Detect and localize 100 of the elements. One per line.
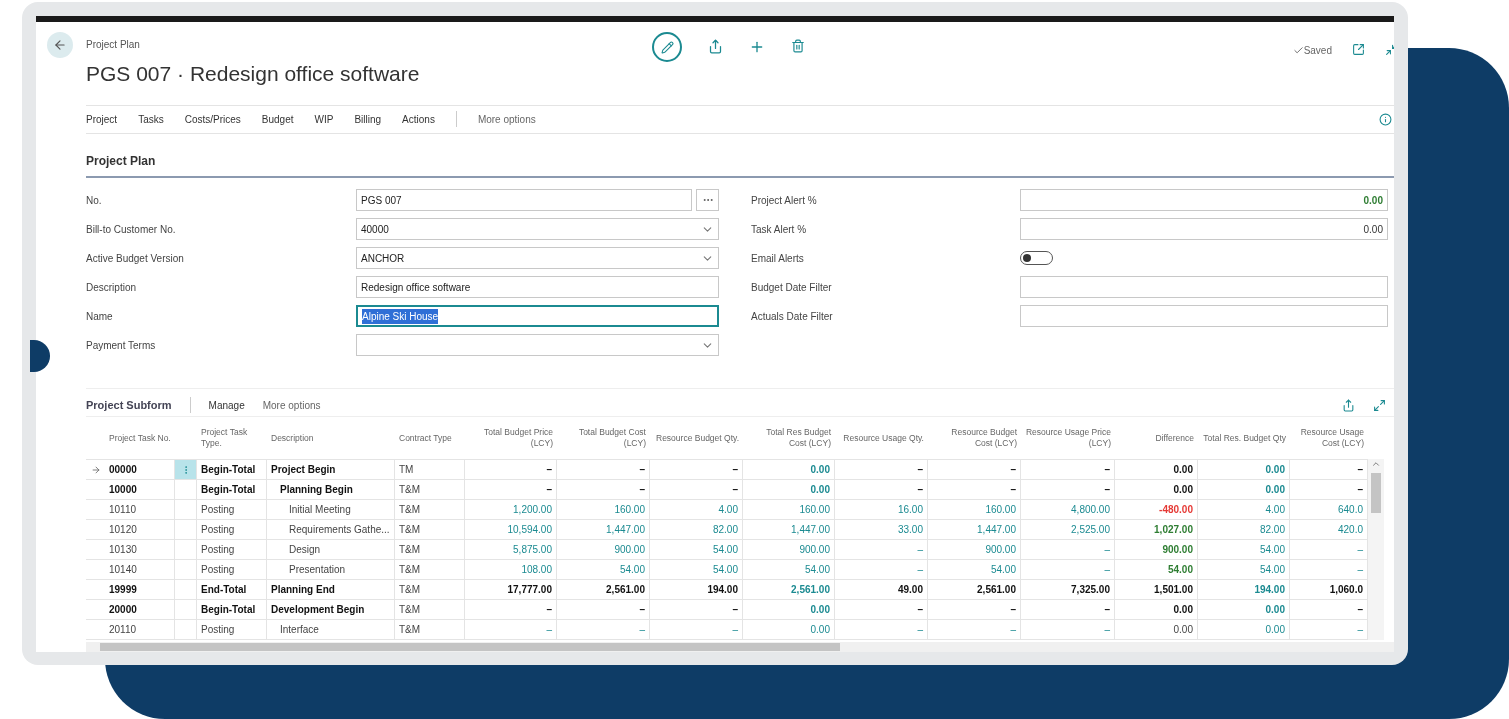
table-cell: – (465, 620, 557, 640)
table-cell: 49.00 (835, 580, 928, 600)
column-header[interactable]: Resource Budget Qty. (650, 432, 743, 444)
column-header[interactable]: Resource Budget Cost (LCY) (928, 427, 1021, 449)
table-cell: Begin-Total (197, 480, 267, 500)
table-cell: 10000 (105, 480, 175, 500)
table-cell: 0.00 (743, 620, 835, 640)
table-cell: T&M (395, 620, 465, 640)
table-cell: – (835, 540, 928, 560)
table-cell: 54.00 (1115, 560, 1198, 580)
table-cell: T&M (395, 480, 465, 500)
table-cell: – (557, 620, 650, 640)
table-cell: Begin-Total (197, 600, 267, 620)
menu-item[interactable]: Project (86, 111, 118, 127)
table-cell: T&M (395, 540, 465, 560)
field-label: Bill-to Customer No. (86, 222, 177, 237)
menu-item[interactable]: WIP (314, 111, 334, 127)
menu-item[interactable]: Tasks (138, 111, 164, 127)
table-cell: – (465, 600, 557, 620)
table-cell: 2,561.00 (557, 580, 650, 600)
menu-item[interactable]: Manage (208, 397, 245, 413)
table-cell: 20000 (105, 600, 175, 620)
table-cell: – (1021, 460, 1115, 480)
dropdown-field[interactable]: 40000 (356, 218, 719, 241)
field-label: No. (86, 193, 103, 208)
section-title: Project Plan (86, 153, 156, 168)
table-cell: – (465, 480, 557, 500)
column-header[interactable]: Description (267, 432, 395, 444)
column-header[interactable]: Resource Usage Price (LCY) (1021, 427, 1115, 449)
column-header[interactable]: Contract Type (395, 432, 465, 444)
more-options-button[interactable]: More options (477, 111, 536, 127)
table-cell-text: Planning Begin (279, 483, 353, 497)
table-cell: T&M (395, 520, 465, 540)
menu-item[interactable]: Actions (402, 111, 435, 127)
table-cell: T&M (395, 600, 465, 620)
input-field[interactable]: 0.00 (1020, 218, 1388, 241)
field-label: Task Alert % (751, 222, 808, 237)
table-cell: 0.00 (743, 460, 835, 480)
table-cell: Posting (197, 620, 267, 640)
table-cell: 1,501.00 (1115, 580, 1198, 600)
column-header[interactable]: Total Budget Cost (LCY) (557, 427, 650, 449)
table-cell: – (650, 600, 743, 620)
table-cell: 0.00 (1198, 620, 1290, 640)
input-field[interactable]: 0.00 (1020, 189, 1388, 212)
table-cell: 4.00 (650, 500, 743, 520)
table-cell: – (835, 480, 928, 500)
table-cell: 0.00 (743, 480, 835, 500)
menu-item[interactable]: Billing (354, 111, 382, 127)
table-cell: – (928, 460, 1021, 480)
table-cell-text: Requirements Gathe... (288, 523, 390, 537)
table-cell: 54.00 (743, 560, 835, 580)
table-cell-text: Planning End (271, 583, 335, 597)
breadcrumb: Project Plan (86, 38, 141, 52)
table-cell: 4,800.00 (1021, 500, 1115, 520)
table-cell: – (1021, 540, 1115, 560)
table-cell: 0.00 (743, 600, 835, 620)
table-cell: – (1021, 620, 1115, 640)
table-cell: 4.00 (1198, 500, 1290, 520)
field-label: Description (86, 280, 138, 295)
table-cell: – (928, 480, 1021, 500)
table-cell: 1,027.00 (1115, 520, 1198, 540)
table-cell: 900.00 (1115, 540, 1198, 560)
table-cell: 10140 (105, 560, 175, 580)
field-label: Project Alert % (751, 193, 818, 208)
menu-item[interactable]: Budget (261, 111, 294, 127)
column-header[interactable]: Difference (1115, 432, 1198, 444)
table-cell: – (1021, 560, 1115, 580)
table-cell: – (835, 560, 928, 580)
table-cell: 33.00 (835, 520, 928, 540)
column-header[interactable]: Project Task No. (105, 432, 175, 444)
input-field[interactable]: PGS 007 (356, 189, 692, 212)
table-cell: 10120 (105, 520, 175, 540)
table-cell: 10130 (105, 540, 175, 560)
table-cell: 160.00 (557, 500, 650, 520)
table-cell: TM (395, 460, 465, 480)
table-cell: 194.00 (1198, 580, 1290, 600)
saved-status: Saved (1303, 44, 1332, 58)
table-cell: 82.00 (650, 520, 743, 540)
field-label: Budget Date Filter (751, 280, 833, 295)
table-cell: 16.00 (835, 500, 928, 520)
table-cell: 0.00 (1198, 460, 1290, 480)
field-label: Email Alerts (751, 251, 805, 266)
menu-item[interactable]: Costs/Prices (184, 111, 241, 127)
menu-item[interactable]: More options (262, 397, 321, 413)
dropdown-field[interactable]: ANCHOR (356, 247, 719, 270)
input-field[interactable]: Alpine Ski House (356, 305, 719, 328)
column-header[interactable]: Resource Usage Cost (LCY) (1290, 427, 1368, 449)
column-header[interactable]: Resource Usage Qty. (835, 432, 928, 444)
column-header[interactable]: Total Res. Budget Qty (1198, 432, 1290, 444)
table-cell: Posting (197, 540, 267, 560)
table-cell-text: Presentation (288, 563, 346, 577)
field-label: Payment Terms (86, 338, 157, 353)
table-cell: 0.00 (1115, 600, 1198, 620)
table-cell: 2,561.00 (743, 580, 835, 600)
table-cell: 1,447.00 (928, 520, 1021, 540)
input-field[interactable]: Redesign office software (356, 276, 719, 299)
column-header[interactable]: Project Task Type. (197, 427, 267, 449)
column-header[interactable]: Total Res Budget Cost (LCY) (743, 427, 835, 449)
column-header[interactable]: Total Budget Price (LCY) (465, 427, 557, 449)
table-cell: 0.00 (1115, 480, 1198, 500)
